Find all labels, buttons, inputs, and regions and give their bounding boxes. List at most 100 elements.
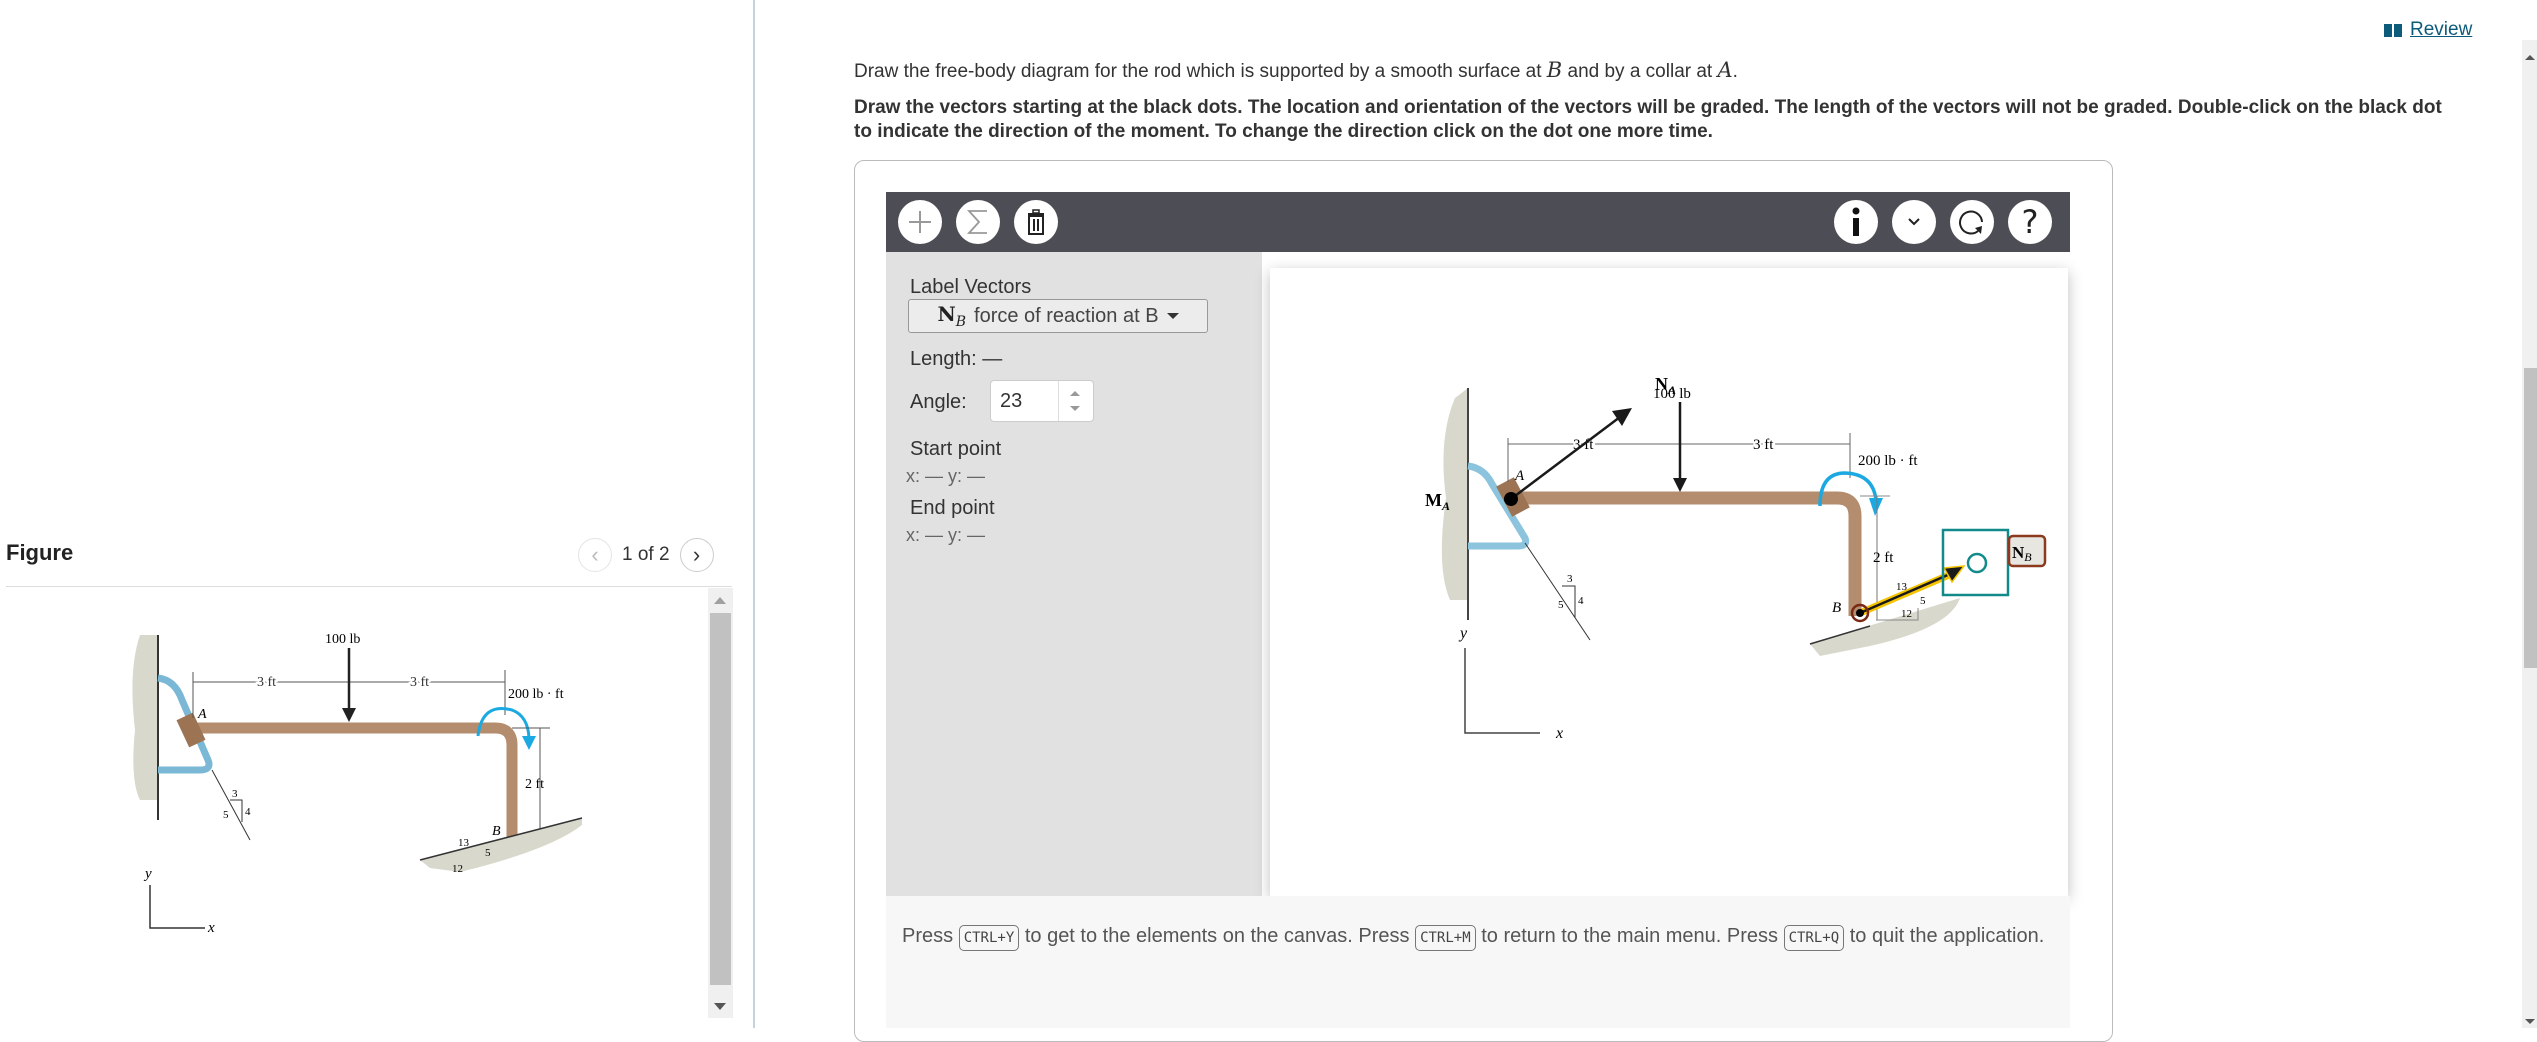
book-icon (2384, 23, 2402, 37)
axis-x-label: x (207, 920, 215, 936)
end-point-coords: x: — y: — (906, 525, 986, 545)
help-text-1: to get to the elements on the canvas. Pr… (1024, 925, 1410, 947)
angle-value[interactable]: 23 (991, 381, 1058, 421)
question-suffix: . (1732, 61, 1738, 82)
wall-hatch (1441, 388, 1468, 600)
var-b: B (1546, 58, 1563, 82)
widget-toolbar: ? (886, 192, 2070, 252)
drawing-canvas[interactable]: 3 4 5 MA A 3 ft 3 ft NA 100 lb 200 lb · … (1270, 268, 2068, 896)
length-row: Length: — (910, 348, 1002, 371)
point-b-label: B (492, 824, 501, 839)
ground-b (420, 818, 582, 872)
moment-label: 200 lb · ft (508, 687, 564, 702)
angle-input[interactable]: 23 (990, 380, 1094, 422)
slope-b-12: 12 (1901, 608, 1912, 620)
caret-down-icon (1166, 313, 1179, 319)
label-vectors-heading: Label Vectors (910, 276, 1032, 298)
help-button[interactable]: ? (2008, 200, 2052, 244)
force-label: 100 lb (1653, 386, 1691, 402)
next-figure-button[interactable]: › (679, 538, 714, 572)
reset-button[interactable] (1950, 200, 1994, 244)
axes (149, 885, 205, 929)
question-mid: and by a collar at (1562, 61, 1718, 82)
vector-description: force of reaction at B (974, 304, 1159, 327)
scroll-up-icon[interactable] (714, 597, 726, 604)
figure-scrollbar[interactable] (708, 588, 733, 1018)
slope-a-4: 4 (245, 806, 251, 818)
prev-figure-button[interactable]: ‹ (578, 538, 612, 572)
anchor-dot-a[interactable] (1504, 492, 1518, 506)
point-a-label: A (197, 707, 207, 722)
slope-b-12: 12 (452, 863, 463, 875)
slope-a-3: 3 (1567, 573, 1573, 585)
key-ctrl-m: CTRL+M (1415, 925, 1476, 951)
slope-a-5: 5 (223, 809, 229, 821)
scroll-thumb[interactable] (2524, 368, 2537, 668)
height-label: 2 ft (1873, 550, 1894, 566)
scroll-thumb[interactable] (710, 613, 731, 985)
review-link[interactable]: Review (2384, 19, 2472, 41)
keyboard-help: Press CTRL+Y to get to the elements on t… (886, 896, 2070, 1028)
expand-button[interactable] (1892, 200, 1936, 244)
scroll-down-icon[interactable] (2525, 1019, 2535, 1024)
dim-left-label: 3 ft (257, 675, 276, 690)
axis-x-label: x (1555, 725, 1563, 742)
chevron-left-icon: ‹ (591, 542, 599, 567)
question-mark-icon: ? (2021, 203, 2039, 241)
length-label: Length: (910, 348, 977, 370)
slope-line-a (211, 769, 251, 841)
vector-endpoint-handle[interactable] (1941, 528, 2010, 597)
slope-a-5: 5 (1558, 599, 1564, 611)
var-a: A (1717, 58, 1733, 82)
axis-y-label: y (143, 866, 152, 882)
canvas-diagram: 3 4 5 MA A 3 ft 3 ft NA 100 lb 200 lb · … (1425, 374, 2047, 742)
moment-label: 200 lb · ft (1858, 453, 1918, 469)
plus-icon (909, 211, 931, 233)
add-vector-button[interactable] (898, 200, 942, 244)
slope-line-a (1524, 542, 1591, 641)
problem-figure: 3 4 5 A 3 ft 3 ft 100 lb 200 lb · ft 2 f… (132, 632, 583, 936)
stepper-down-icon[interactable] (1070, 406, 1080, 411)
key-ctrl-y: CTRL+Y (958, 925, 1020, 951)
sum-button[interactable] (956, 200, 1000, 244)
slope-b-5: 5 (1920, 595, 1926, 607)
trash-icon (1028, 209, 1044, 235)
delete-button[interactable] (1014, 200, 1058, 244)
key-ctrl-q: CTRL+Q (1783, 925, 1845, 951)
na-vector[interactable] (1510, 416, 1621, 500)
na-arrowhead (1612, 408, 1632, 426)
slope-a-3: 3 (232, 788, 238, 800)
end-point-label: End point (910, 497, 995, 519)
instructions-text: Draw the vectors starting at the black d… (854, 97, 2442, 142)
slope-b-13: 13 (458, 837, 470, 849)
endpoint-circle[interactable] (1966, 552, 1988, 574)
height-label: 2 ft (525, 777, 544, 792)
label-vectors-dropdown[interactable]: NB force of reaction at B (908, 299, 1208, 333)
scroll-up-icon[interactable] (2525, 55, 2535, 60)
help-text-2: to return to the main menu. Press (1481, 925, 1779, 947)
length-value: — (982, 348, 1003, 370)
angle-stepper[interactable] (1058, 381, 1093, 421)
slope-a-4: 4 (1578, 595, 1584, 607)
stepper-up-icon[interactable] (1070, 391, 1080, 396)
info-button[interactable] (1834, 200, 1878, 244)
chevron-right-icon: › (692, 542, 701, 567)
vector-properties-panel: Label Vectors NB force of reaction at B … (886, 252, 1262, 896)
force-label: 100 lb (325, 632, 360, 647)
point-b-label: B (1832, 600, 1841, 616)
page-scrollbar[interactable] (2522, 40, 2537, 1028)
start-point-coords: x: — y: — (906, 466, 986, 486)
help-text-3: to quit the application. (1849, 925, 2045, 947)
point-a-label: A (1514, 468, 1525, 484)
slope-triangle-a (230, 799, 243, 822)
axes (1464, 648, 1540, 734)
question-text: Draw the free-body diagram for the rod w… (854, 58, 1738, 83)
question-prefix: Draw the free-body diagram for the rod w… (854, 61, 1547, 82)
reset-icon (1959, 210, 1983, 235)
scroll-down-icon[interactable] (714, 1003, 726, 1010)
info-icon (1852, 207, 1860, 236)
wall-hatch (132, 635, 158, 800)
figure-panel: Figure ‹ 1 of 2 › 3 4 5 A 3 ft 3 ft 100 … (0, 0, 755, 1028)
angle-label: Angle: (910, 391, 967, 413)
vector-symbol: NB (937, 302, 967, 330)
